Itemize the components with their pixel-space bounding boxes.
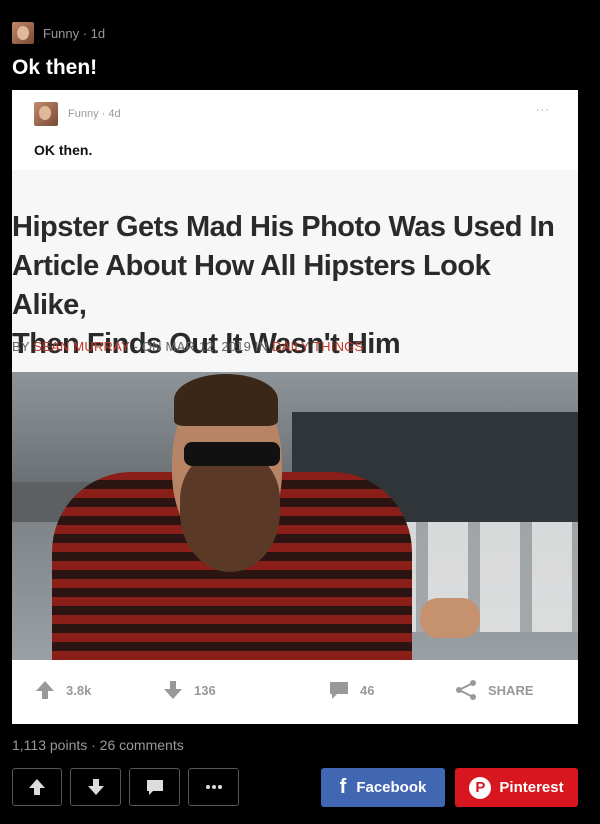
pinterest-icon: P [469, 776, 492, 799]
embedded-share-label: SHARE [488, 682, 534, 698]
comment-button[interactable] [129, 768, 180, 806]
embedded-more-icon: ··· [536, 104, 550, 116]
byline-middle: - ON MAR 12, 2019 IN [129, 339, 273, 354]
embedded-upvote-count: 3.8k [66, 682, 92, 698]
headline-line-2: Article About How All Hipsters Look Alik… [12, 250, 491, 321]
comment-icon [330, 682, 348, 699]
embedded-downvote-count: 136 [194, 682, 216, 698]
section-avatar[interactable] [12, 22, 34, 44]
facebook-icon: f [339, 776, 347, 798]
embedded-comments: 46 [328, 679, 374, 701]
photo-sunglasses [184, 442, 280, 466]
downvote-icon [164, 681, 182, 699]
embedded-title: OK then. [34, 142, 93, 158]
embedded-section-meta: Funny · 4d [68, 108, 121, 120]
byline-prefix: BY [12, 339, 34, 354]
embedded-downvote: 136 [162, 679, 216, 701]
upvote-icon [36, 681, 54, 699]
more-button[interactable] [188, 768, 239, 806]
share-icon [456, 680, 476, 700]
hipster-photo [12, 372, 578, 660]
photo-hands [420, 598, 480, 638]
pinterest-label: Pinterest [499, 779, 564, 796]
comment-icon [146, 780, 163, 795]
embedded-share: SHARE [454, 679, 534, 701]
embedded-header: Funny · 4d [34, 102, 121, 126]
upvote-icon [29, 779, 45, 795]
photo-hair [174, 374, 278, 426]
byline-author: SEAN MURRAY [33, 339, 130, 354]
more-icon [205, 785, 222, 789]
section-meta[interactable]: Funny · 1d [43, 26, 105, 41]
post-header: Funny · 1d [12, 22, 105, 44]
facebook-label: Facebook [356, 779, 427, 796]
facebook-share-button[interactable]: f Facebook [321, 768, 445, 807]
article-byline: BY SEAN MURRAY - ON MAR 12, 2019 IN DAIL… [12, 339, 363, 354]
photo-beard [180, 452, 280, 572]
headline-line-1: Hipster Gets Mad His Photo Was Used In [12, 211, 555, 243]
embedded-post-image[interactable]: Funny · 4d ··· OK then. Hipster Gets Mad… [12, 90, 578, 724]
embedded-avatar [34, 102, 58, 126]
post-title: Ok then! [12, 56, 98, 79]
pinterest-share-button[interactable]: P Pinterest [455, 768, 578, 807]
downvote-icon [87, 779, 104, 795]
embedded-actions: 3.8k 136 46 SHARE [12, 672, 578, 708]
byline-category: DAILY THINGS [272, 339, 364, 354]
post-stats[interactable]: 1,113 points · 26 comments [12, 737, 184, 753]
upvote-button[interactable] [12, 768, 62, 806]
downvote-button[interactable] [70, 768, 121, 806]
embedded-upvote: 3.8k [34, 679, 91, 701]
embedded-comment-count: 46 [360, 682, 375, 698]
